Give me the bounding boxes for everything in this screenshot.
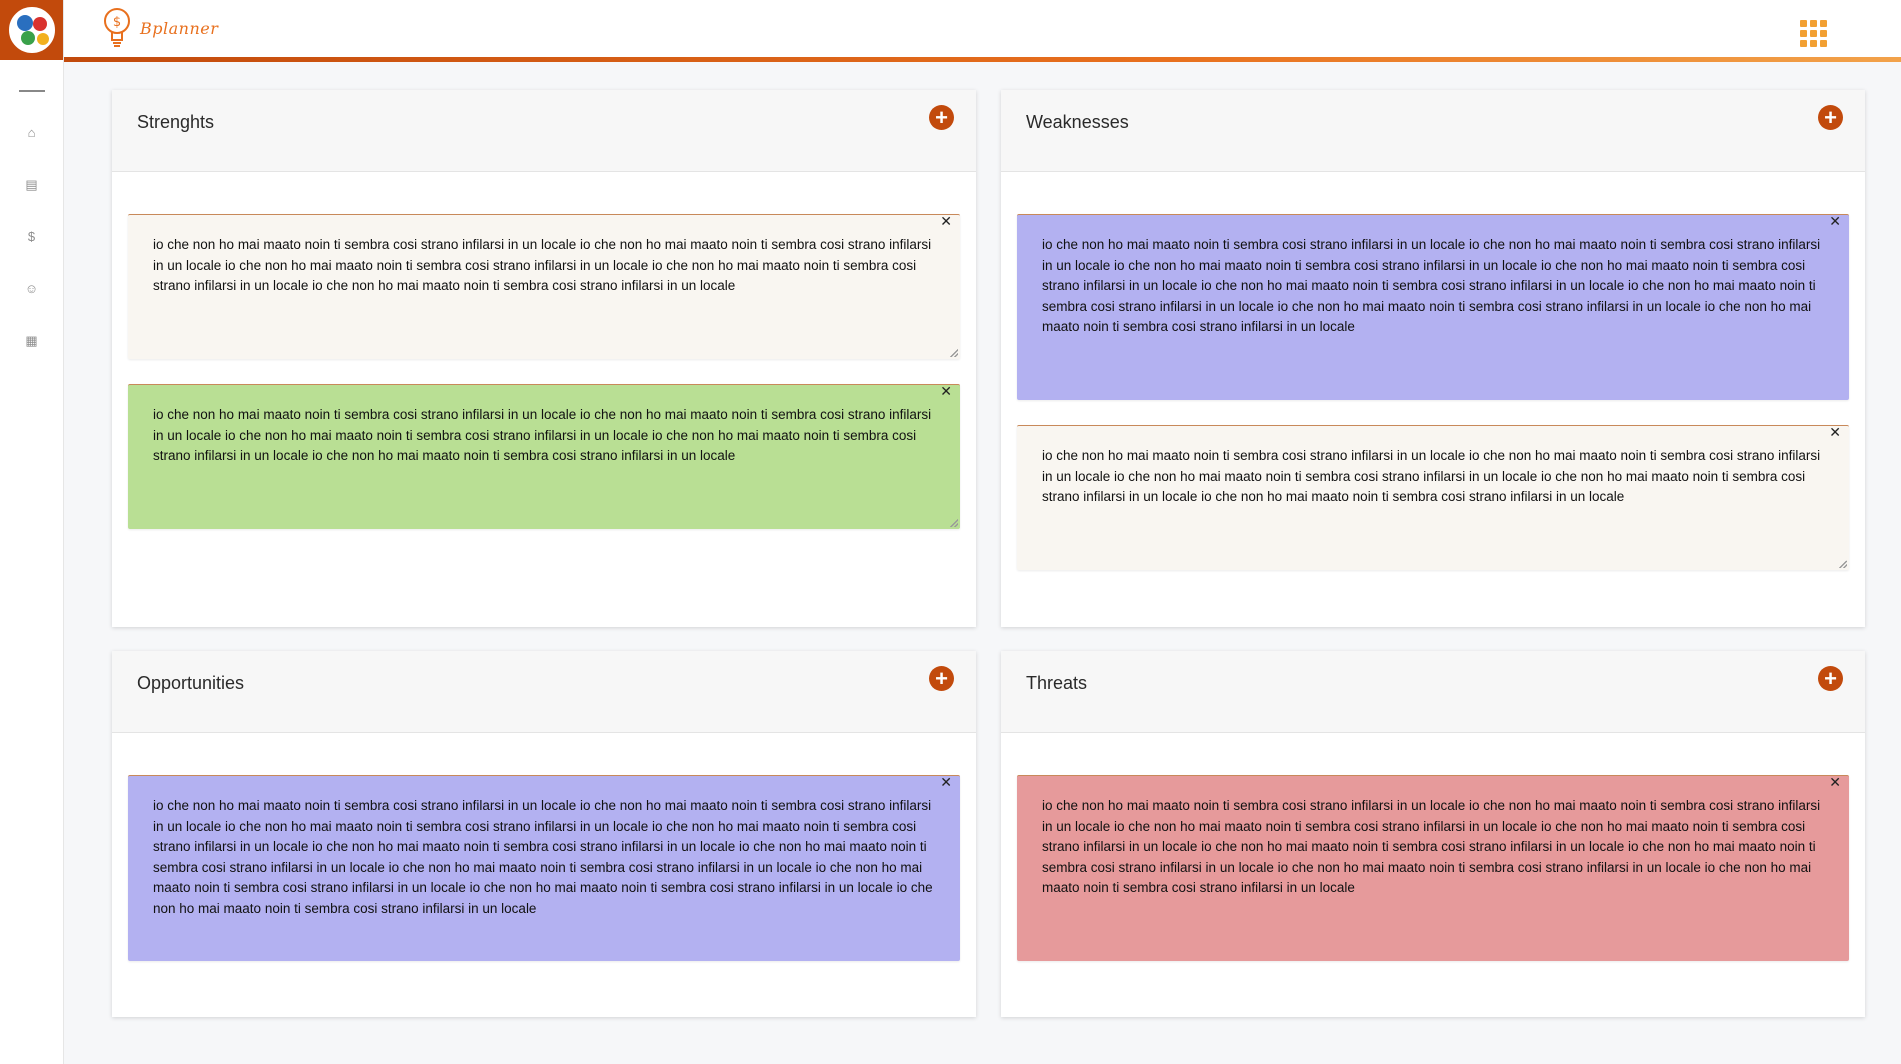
sidebar-toggle[interactable] [18, 90, 45, 92]
close-icon[interactable]: ✕ [940, 384, 952, 398]
resize-handle[interactable] [1839, 560, 1847, 568]
card-title: Weaknesses [1026, 112, 1129, 132]
close-icon[interactable]: ✕ [1829, 775, 1841, 789]
note-text[interactable]: io che non ho mai maato noin ti sembra c… [1042, 796, 1825, 899]
resize-handle[interactable] [950, 349, 958, 357]
card-header: Strenghts + [112, 90, 976, 172]
card-title: Threats [1026, 673, 1088, 693]
note[interactable]: ✕ io che non ho mai maato noin ti sembra… [128, 775, 960, 961]
brand-name: Bplanner [140, 18, 219, 38]
note-text[interactable]: io che non ho mai maato noin ti sembra c… [1042, 446, 1825, 508]
header-accent-bar [64, 57, 1901, 62]
close-icon[interactable]: ✕ [1829, 214, 1841, 228]
home-icon[interactable]: ⌂ [24, 124, 40, 140]
card-title: Strenghts [137, 112, 215, 132]
svg-text:$: $ [113, 15, 121, 30]
logo-icon [8, 7, 55, 53]
note[interactable]: ✕ io che non ho mai maato noin ti sembra… [1017, 425, 1849, 570]
note-text[interactable]: io che non ho mai maato noin ti sembra c… [153, 235, 936, 297]
lightbulb-dollar-icon: $ [104, 8, 130, 47]
weaknesses-card: Weaknesses + ✕ io che non ho mai maato n… [1001, 90, 1865, 627]
dashboard-icon[interactable]: ▦ [24, 332, 40, 348]
opportunities-card: Opportunities + ✕ io che non ho mai maat… [112, 651, 976, 1017]
top-bar: $ Bplanner [64, 0, 1901, 62]
apps-grid-icon[interactable] [1800, 20, 1827, 47]
document-icon[interactable]: ▤ [24, 176, 40, 192]
close-icon[interactable]: ✕ [940, 775, 952, 789]
note-text[interactable]: io che non ho mai maato noin ti sembra c… [153, 405, 936, 467]
add-note-button[interactable]: + [929, 666, 954, 691]
close-icon[interactable]: ✕ [940, 214, 952, 228]
note-text[interactable]: io che non ho mai maato noin ti sembra c… [153, 796, 936, 919]
card-header: Opportunities + [112, 651, 976, 733]
note[interactable]: ✕ io che non ho mai maato noin ti sembra… [1017, 214, 1849, 400]
add-note-button[interactable]: + [929, 105, 954, 130]
card-title: Opportunities [137, 673, 245, 693]
strengths-card: Strenghts + ✕ io che non ho mai maato no… [112, 90, 976, 627]
threats-card: Threats + ✕ io che non ho mai maato noin… [1001, 651, 1865, 1017]
app-logo[interactable] [0, 0, 63, 60]
add-note-button[interactable]: + [1818, 666, 1843, 691]
dollar-icon[interactable]: $ [24, 228, 40, 244]
card-header: Weaknesses + [1001, 90, 1865, 172]
note[interactable]: ✕ io che non ho mai maato noin ti sembra… [1017, 775, 1849, 961]
sidebar: ⌂ ▤ $ ☺ ▦ [0, 0, 64, 1064]
note-text[interactable]: io che non ho mai maato noin ti sembra c… [1042, 235, 1825, 338]
close-icon[interactable]: ✕ [1829, 425, 1841, 439]
note[interactable]: ✕ io che non ho mai maato noin ti sembra… [128, 214, 960, 359]
resize-handle[interactable] [950, 519, 958, 527]
smiley-icon[interactable]: ☺ [24, 280, 40, 296]
add-note-button[interactable]: + [1818, 105, 1843, 130]
note[interactable]: ✕ io che non ho mai maato noin ti sembra… [128, 384, 960, 529]
brand[interactable]: $ Bplanner [102, 6, 218, 50]
card-header: Threats + [1001, 651, 1865, 733]
